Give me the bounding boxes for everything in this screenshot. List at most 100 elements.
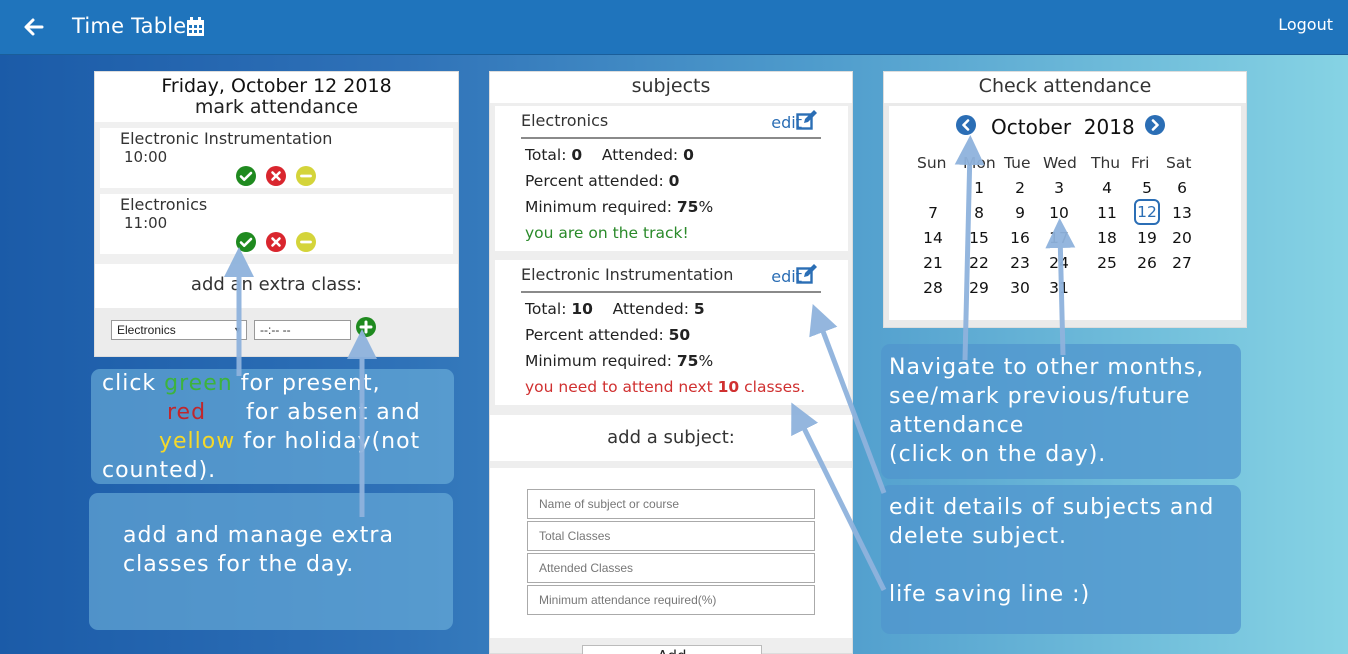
mark-attendance-subtitle: mark attendance [194, 96, 359, 118]
note-line: counted). [102, 458, 217, 483]
calendar-day[interactable]: 1 [966, 179, 992, 197]
weekday-label: Tue [1004, 154, 1031, 172]
subjects-title: subjects [490, 72, 852, 103]
extra-class-subject-value: Electronics [117, 323, 176, 337]
subject-percent: Percent attended: 0 [525, 172, 680, 190]
total-classes-field[interactable]: Total Classes [527, 521, 815, 551]
subject-status: you need to attend next 10 classes. [525, 378, 806, 396]
check-circle-icon [236, 166, 256, 186]
calendar-day[interactable]: 31 [1046, 279, 1072, 297]
note-line: red for absent and [167, 400, 421, 425]
edit-subject-note: edit details of subjects and delete subj… [881, 485, 1241, 634]
calendar-day[interactable]: 7 [920, 204, 946, 222]
minus-circle-icon [296, 166, 316, 186]
calendar-day[interactable]: 23 [1007, 254, 1033, 272]
calendar-day[interactable]: 29 [966, 279, 992, 297]
calendar-day[interactable]: 9 [1007, 204, 1033, 222]
calendar-day[interactable]: 27 [1169, 254, 1195, 272]
min-attendance-field[interactable]: Minimum attendance required(%) [527, 585, 815, 615]
close-circle-icon [266, 166, 286, 186]
calendar-day[interactable]: 25 [1094, 254, 1120, 272]
logout-link[interactable]: Logout [1278, 15, 1333, 34]
top-bar: Time Table Logout [0, 0, 1348, 55]
calendar-day[interactable]: 6 [1169, 179, 1195, 197]
check-attendance-title: Check attendance [884, 72, 1246, 103]
calendar-day[interactable]: 15 [966, 229, 992, 247]
chevron-down-icon: ▼ [233, 325, 242, 335]
current-date: Friday, October 12 2018 [161, 75, 392, 97]
divider [521, 291, 821, 293]
extra-class-form: Electronics ▼ --:-- -- [95, 308, 458, 356]
note-line: yellow for holiday(not [159, 429, 421, 454]
subject-card: Electronics edit Total: 0 Attended: 0 Pe… [495, 106, 848, 251]
calendar-day[interactable]: 3 [1046, 179, 1072, 197]
note-line: attendance [889, 413, 1025, 438]
subject-name-field[interactable]: Name of subject or course [527, 489, 815, 519]
calendar-day[interactable]: 2 [1007, 179, 1033, 197]
calendar-day[interactable]: 17 [1046, 229, 1072, 247]
note-line: edit details of subjects and [889, 495, 1215, 520]
absent-button[interactable] [266, 166, 286, 186]
class-name: Electronic Instrumentation [120, 129, 333, 148]
calendar-day[interactable]: 22 [966, 254, 992, 272]
note-line: Navigate to other months, [889, 355, 1205, 380]
extra-class-time-input[interactable]: --:-- -- [254, 320, 351, 340]
calendar-day[interactable]: 11 [1094, 204, 1120, 222]
calendar-day[interactable]: 14 [920, 229, 946, 247]
note-line: add and manage extra [123, 523, 394, 548]
calendar-day[interactable]: 26 [1134, 254, 1160, 272]
weekday-label: Thu [1091, 154, 1121, 172]
add-subject-button[interactable]: Add [582, 645, 762, 654]
calendar-day-today[interactable]: 12 [1134, 199, 1160, 225]
weekday-label: Wed [1043, 154, 1077, 172]
calendar-day[interactable]: 24 [1046, 254, 1072, 272]
calendar-day[interactable]: 19 [1134, 229, 1160, 247]
weekday-label: Fri [1131, 154, 1150, 172]
calendar-day[interactable]: 4 [1094, 179, 1120, 197]
extra-class-title: add an extra class: [95, 264, 458, 308]
month-label: October 2018 [991, 115, 1135, 139]
calendar-day[interactable]: 18 [1094, 229, 1120, 247]
edit-icon[interactable] [796, 264, 818, 284]
color-legend-note: click green for present, red for absent … [91, 369, 454, 484]
subjects-panel: subjects Electronics edit Total: 0 Atten… [489, 71, 853, 654]
note-line: (click on the day). [889, 442, 1107, 467]
minus-circle-icon [296, 232, 316, 252]
present-button[interactable] [236, 232, 256, 252]
absent-button[interactable] [266, 232, 286, 252]
calendar-day[interactable]: 10 [1046, 204, 1072, 222]
calendar-day[interactable]: 28 [920, 279, 946, 297]
weekday-label: Mon [963, 154, 996, 172]
subject-percent: Percent attended: 50 [525, 326, 691, 344]
subject-minimum: Minimum required: 75% [525, 198, 714, 216]
extra-class-subject-select[interactable]: Electronics ▼ [111, 320, 247, 340]
calendar-day[interactable]: 16 [1007, 229, 1033, 247]
note-line: life saving line :) [889, 582, 1091, 607]
class-card: Electronic Instrumentation 10:00 [100, 128, 453, 188]
extra-class-note: add and manage extra classes for the day… [89, 493, 453, 630]
mark-attendance-header: Friday, October 12 2018 mark attendance [95, 72, 458, 122]
subject-name: Electronic Instrumentation [521, 265, 734, 284]
back-arrow-icon[interactable] [22, 15, 46, 39]
calendar-day[interactable]: 20 [1169, 229, 1195, 247]
weekday-label: Sun [917, 154, 947, 172]
note-line: classes for the day. [123, 552, 355, 577]
calendar-day[interactable]: 13 [1169, 204, 1195, 222]
calendar-day[interactable]: 21 [920, 254, 946, 272]
class-card: Electronics 11:00 [100, 194, 453, 254]
holiday-button[interactable] [296, 166, 316, 186]
calendar-day[interactable]: 30 [1007, 279, 1033, 297]
next-month-button[interactable] [1145, 115, 1165, 135]
holiday-button[interactable] [296, 232, 316, 252]
present-button[interactable] [236, 166, 256, 186]
calendar-day[interactable]: 8 [966, 204, 992, 222]
add-extra-class-button[interactable] [356, 317, 376, 337]
note-line: see/mark previous/future [889, 384, 1191, 409]
calendar-day[interactable]: 5 [1134, 179, 1160, 197]
note-line: click green for present, [102, 371, 381, 396]
edit-icon[interactable] [796, 110, 818, 130]
prev-month-button[interactable] [956, 115, 976, 135]
close-circle-icon [266, 232, 286, 252]
attended-classes-field[interactable]: Attended Classes [527, 553, 815, 583]
calendar-icon [187, 17, 204, 36]
